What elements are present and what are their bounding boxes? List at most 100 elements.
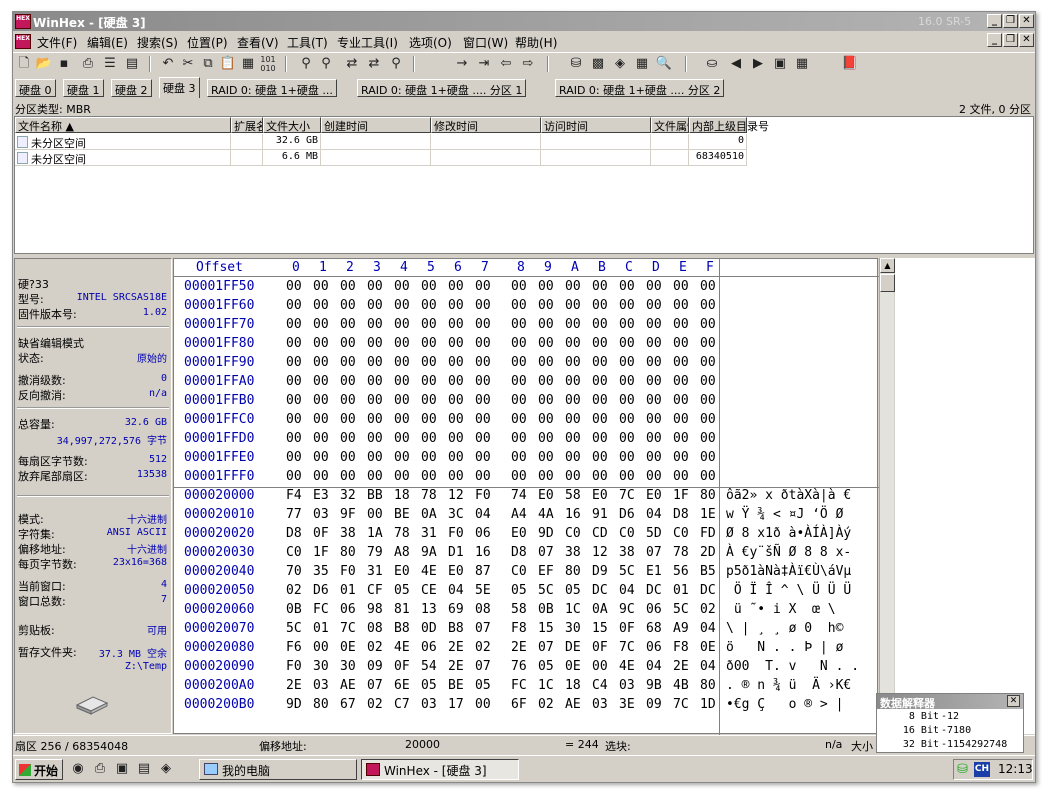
hex-byte[interactable]: 00: [511, 431, 527, 446]
hex-byte[interactable]: D6: [313, 583, 329, 598]
replace-hex-icon[interactable]: ⇄: [365, 55, 383, 73]
hex-byte[interactable]: 74: [511, 488, 527, 503]
hex-byte[interactable]: 12: [448, 488, 464, 503]
hex-byte[interactable]: EF: [538, 564, 554, 579]
hex-editor[interactable]: Offset 0123456789ABCDEF 00001FF50 00 00 00 0…: [173, 258, 879, 735]
hex-byte[interactable]: 04: [700, 659, 716, 674]
hex-byte[interactable]: 00: [286, 393, 302, 408]
hex-byte[interactable]: 80: [565, 564, 581, 579]
hex-byte[interactable]: 00: [340, 317, 356, 332]
hex-byte[interactable]: 9D: [286, 697, 302, 712]
hex-byte[interactable]: 00: [673, 336, 689, 351]
hex-byte[interactable]: 00: [340, 412, 356, 427]
hex-row[interactable]: 0000200A0 2E 03 AE 07 6E 05 BE 05 FC 1C 18 C4 03 9B 4B 8…: [174, 678, 879, 697]
hex-byte[interactable]: CE: [421, 583, 437, 598]
properties-icon[interactable]: ☰: [101, 55, 119, 73]
ascii-text[interactable]: Ø 8 x1ð à•ÀÍÀ]Àý: [726, 526, 851, 541]
col-attr[interactable]: 文件属性: [651, 117, 689, 133]
ascii-text[interactable]: \ | ¸ ¸ ø 0 h©: [726, 621, 843, 636]
hex-byte[interactable]: 00: [475, 431, 491, 446]
hex-row[interactable]: 00001FFB0 00 00 00 00 00 00 00 00 00 00 00 00 00 00 00 0…: [174, 393, 879, 412]
hex-byte[interactable]: 00: [565, 412, 581, 427]
hex-byte[interactable]: 00: [619, 317, 635, 332]
disk-tools-icon[interactable]: ⛁: [567, 55, 585, 73]
ascii-text[interactable]: ôã2» x ðtàXà|à €: [726, 488, 851, 503]
ascii-text[interactable]: ö N . . Þ | ø: [726, 640, 843, 655]
hex-byte[interactable]: 00: [511, 450, 527, 465]
hex-byte[interactable]: 30: [565, 621, 581, 636]
hex-byte[interactable]: 9F: [340, 507, 356, 522]
hex-byte[interactable]: 02: [700, 602, 716, 617]
ascii-text[interactable]: À €y¨šÑ Ø 8 8 x-: [726, 545, 851, 560]
hex-byte[interactable]: 00: [421, 279, 437, 294]
hex-byte[interactable]: 00: [646, 355, 662, 370]
hex-byte[interactable]: F8: [673, 640, 689, 655]
hex-byte[interactable]: F0: [340, 564, 356, 579]
hex-byte[interactable]: 0E: [565, 659, 581, 674]
hex-byte[interactable]: 00: [700, 279, 716, 294]
hex-byte[interactable]: 00: [367, 412, 383, 427]
hex-byte[interactable]: 03: [313, 507, 329, 522]
hex-byte[interactable]: BE: [394, 507, 410, 522]
hex-byte[interactable]: 00: [646, 279, 662, 294]
hex-byte[interactable]: 00: [475, 298, 491, 313]
hex-byte[interactable]: 00: [367, 336, 383, 351]
hex-byte[interactable]: 80: [340, 545, 356, 560]
hex-byte[interactable]: 02: [538, 697, 554, 712]
new-file-icon[interactable]: 🗋: [15, 55, 33, 73]
search-icon[interactable]: 🔍: [655, 55, 673, 73]
hex-byte[interactable]: E0: [448, 564, 464, 579]
hex-byte[interactable]: CF: [367, 583, 383, 598]
restore-icon[interactable]: ❐: [1003, 14, 1018, 28]
hex-byte[interactable]: 05: [421, 678, 437, 693]
ascii-text[interactable]: Ö Ï Î ^ \ Ü Ü Ü: [726, 583, 851, 598]
hex-row[interactable]: 000020000 F4 E3 32 BB 18 78 12 F0 74 E0 58 E0 7C E0 1F 8…: [174, 488, 879, 507]
hex-byte[interactable]: C0: [286, 545, 302, 560]
table-row[interactable]: 未分区空间 32.6 GB 0: [15, 134, 747, 150]
hex-byte[interactable]: 00: [421, 450, 437, 465]
hex-row[interactable]: 000020030 C0 1F 80 79 A8 9A D1 16 D8 07 38 12 38 07 78 2…: [174, 545, 879, 564]
hex-byte[interactable]: 80: [313, 697, 329, 712]
hex-byte[interactable]: 91: [592, 507, 608, 522]
hex-byte[interactable]: 00: [646, 374, 662, 389]
hex-byte[interactable]: 00: [313, 336, 329, 351]
winhex-app-icon[interactable]: HEX: [15, 14, 31, 29]
hex-byte[interactable]: 00: [313, 640, 329, 655]
hex-byte[interactable]: 4E: [421, 564, 437, 579]
hex-byte[interactable]: 4E: [619, 659, 635, 674]
col-filename[interactable]: 文件名称 ▲: [15, 117, 231, 133]
hex-byte[interactable]: 00: [700, 298, 716, 313]
interpreter-title-bar[interactable]: 数据解释器 ✕: [877, 694, 1023, 710]
hex-byte[interactable]: D8: [286, 526, 302, 541]
hex-byte[interactable]: 01: [313, 621, 329, 636]
tab-disk-0[interactable]: 硬盘 0: [15, 79, 56, 97]
hex-byte[interactable]: 00: [511, 469, 527, 484]
hex-byte[interactable]: 00: [700, 412, 716, 427]
hex-byte[interactable]: 06: [475, 526, 491, 541]
hex-byte[interactable]: 00: [565, 355, 581, 370]
ime-indicator[interactable]: CH: [974, 762, 990, 777]
hex-byte[interactable]: 2E: [673, 659, 689, 674]
hex-byte[interactable]: CD: [592, 526, 608, 541]
hex-byte[interactable]: 00: [646, 317, 662, 332]
hex-byte[interactable]: 00: [700, 317, 716, 332]
ram-editor-icon[interactable]: ▩: [589, 55, 607, 73]
hex-byte[interactable]: 05: [511, 583, 527, 598]
hex-byte[interactable]: 70: [286, 564, 302, 579]
hex-byte[interactable]: 00: [619, 412, 635, 427]
hex-byte[interactable]: B8: [448, 621, 464, 636]
next-sector-icon[interactable]: ▶: [749, 55, 767, 73]
hex-byte[interactable]: 06: [340, 602, 356, 617]
hex-byte[interactable]: 00: [646, 412, 662, 427]
hex-byte[interactable]: 05: [394, 583, 410, 598]
hex-byte[interactable]: DC: [646, 583, 662, 598]
hex-byte[interactable]: 00: [565, 279, 581, 294]
doc-restore-icon[interactable]: ❐: [1003, 33, 1018, 47]
hex-byte[interactable]: 00: [421, 469, 437, 484]
hex-byte[interactable]: 00: [673, 431, 689, 446]
hex-byte[interactable]: 2E: [448, 659, 464, 674]
hex-byte[interactable]: 00: [448, 450, 464, 465]
hex-byte[interactable]: 00: [340, 355, 356, 370]
hex-byte[interactable]: 00: [448, 317, 464, 332]
hex-byte[interactable]: 00: [646, 450, 662, 465]
